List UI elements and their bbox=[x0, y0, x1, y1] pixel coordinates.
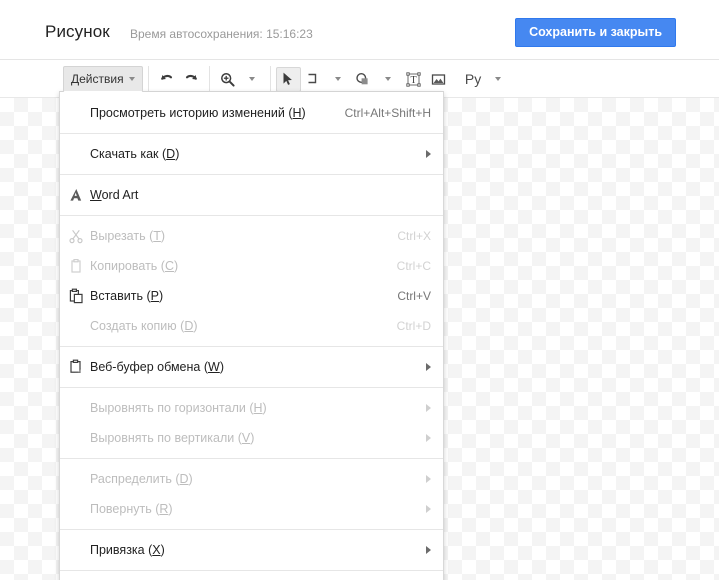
chevron-down-icon bbox=[335, 77, 342, 81]
chevron-down-icon bbox=[128, 77, 135, 81]
toolbar-group-actions: Действия bbox=[58, 65, 149, 93]
line-tool-button[interactable] bbox=[301, 67, 326, 92]
zoom-button[interactable] bbox=[215, 67, 240, 92]
shape-icon bbox=[356, 72, 368, 84]
menu-item-label: Вставить (P) bbox=[90, 289, 164, 303]
drawing-editor-window: Рисунок Время автосохранения: 15:16:23 С… bbox=[0, 0, 719, 580]
chevron-down-icon bbox=[249, 77, 256, 81]
shape-dropdown-button[interactable] bbox=[376, 67, 401, 92]
chevron-right-icon bbox=[426, 475, 431, 483]
menu-item-label: Веб-буфер обмена (W) bbox=[90, 360, 224, 374]
menu-item: Распределить (D) bbox=[60, 464, 443, 494]
menu-item[interactable]: Вставить (P) Ctrl+V bbox=[60, 281, 443, 311]
menu-item[interactable]: Веб-буфер обмена (W) bbox=[60, 352, 443, 382]
chevron-right-icon bbox=[426, 363, 431, 371]
menu-item-label: Копировать (C) bbox=[90, 259, 179, 273]
menu-item-shortcut: Ctrl+C bbox=[396, 259, 431, 273]
undo-button[interactable] bbox=[154, 67, 179, 92]
redo-icon bbox=[185, 74, 197, 80]
menu-item-label: Просмотреть историю изменений (H) bbox=[90, 106, 306, 120]
menu-item: Переместить (O) bbox=[60, 576, 443, 580]
chevron-down-icon bbox=[495, 77, 502, 81]
shape-tool-button[interactable] bbox=[351, 67, 376, 92]
menu-item: Копировать (C) Ctrl+C bbox=[60, 251, 443, 281]
select-tool-button[interactable] bbox=[275, 66, 301, 92]
menu-item: Выровнять по вертикали (V) bbox=[60, 423, 443, 453]
menu-item-label: Распределить (D) bbox=[90, 472, 193, 486]
actions-menu-button[interactable]: Действия bbox=[63, 66, 143, 92]
zoom-in-icon bbox=[220, 72, 235, 87]
paste-icon bbox=[66, 286, 86, 306]
py-dropdown-button[interactable] bbox=[486, 67, 511, 92]
menu-item-label: Создать копию (D) bbox=[90, 319, 198, 333]
wordart-icon bbox=[66, 185, 86, 205]
menu-item[interactable]: Скачать как (D) bbox=[60, 139, 443, 169]
menu-item: Выровнять по горизонтали (H) bbox=[60, 393, 443, 423]
save-and-close-button[interactable]: Сохранить и закрыть bbox=[515, 18, 676, 47]
toolbar-group-zoom bbox=[210, 65, 271, 93]
actions-dropdown-menu: Просмотреть историю изменений (H) Ctrl+Al… bbox=[59, 91, 444, 580]
web-clipboard-icon bbox=[66, 357, 86, 377]
menu-item-label: Привязка (X) bbox=[90, 543, 165, 557]
toolbar-group-tools: T Py bbox=[271, 66, 516, 93]
menu-item-label: Скачать как (D) bbox=[90, 147, 180, 161]
menu-separator bbox=[60, 346, 443, 347]
menu-item[interactable]: Word Art bbox=[60, 180, 443, 210]
chevron-right-icon bbox=[426, 546, 431, 554]
redo-button[interactable] bbox=[179, 67, 204, 92]
menu-item: Вырезать (T) Ctrl+X bbox=[60, 221, 443, 251]
menu-item-label: Word Art bbox=[90, 188, 139, 202]
line-dropdown-button[interactable] bbox=[326, 67, 351, 92]
textbox-tool-button[interactable]: T bbox=[401, 67, 426, 92]
svg-text:T: T bbox=[410, 75, 416, 86]
menu-item-shortcut: Ctrl+X bbox=[397, 229, 431, 243]
menu-item-shortcut: Ctrl+V bbox=[397, 289, 431, 303]
menu-separator bbox=[60, 387, 443, 388]
menu-item-label: Повернуть (R) bbox=[90, 502, 173, 516]
chevron-right-icon bbox=[426, 505, 431, 513]
app-header: Рисунок Время автосохранения: 15:16:23 С… bbox=[0, 0, 719, 60]
menu-item-label: Выровнять по горизонтали (H) bbox=[90, 401, 267, 415]
image-tool-button[interactable] bbox=[426, 67, 451, 92]
actions-menu-label: Действия bbox=[71, 72, 124, 86]
menu-item-label: Выровнять по вертикали (V) bbox=[90, 431, 255, 445]
menu-separator bbox=[60, 215, 443, 216]
undo-icon bbox=[160, 74, 172, 80]
menu-separator bbox=[60, 133, 443, 134]
menu-item-label: Вырезать (T) bbox=[90, 229, 166, 243]
zoom-dropdown-button[interactable] bbox=[240, 67, 265, 92]
menu-separator bbox=[60, 458, 443, 459]
autosave-status: Время автосохранения: 15:16:23 bbox=[130, 27, 313, 41]
chevron-right-icon bbox=[426, 150, 431, 158]
menu-separator bbox=[60, 570, 443, 571]
menu-item[interactable]: Просмотреть историю изменений (H) Ctrl+Al… bbox=[60, 98, 443, 128]
page-title: Рисунок bbox=[45, 22, 110, 41]
menu-separator bbox=[60, 529, 443, 530]
chevron-down-icon bbox=[385, 77, 392, 81]
scissors-icon bbox=[66, 226, 86, 246]
menu-item[interactable]: Привязка (X) bbox=[60, 535, 443, 565]
menu-separator bbox=[60, 174, 443, 175]
cursor-arrow-icon bbox=[283, 72, 292, 85]
chevron-right-icon bbox=[426, 434, 431, 442]
menu-item-shortcut: Ctrl+D bbox=[396, 319, 431, 333]
text-box-icon: T bbox=[405, 71, 421, 87]
menu-item: Создать копию (D) Ctrl+D bbox=[60, 311, 443, 341]
toolbar-group-history bbox=[149, 65, 210, 93]
menu-item-shortcut: Ctrl+Alt+Shift+H bbox=[344, 106, 431, 120]
copy-icon bbox=[66, 256, 86, 276]
line-connector-icon bbox=[308, 73, 316, 83]
chevron-right-icon bbox=[426, 404, 431, 412]
py-label: Py bbox=[464, 71, 482, 87]
image-icon bbox=[431, 73, 445, 85]
menu-item: Повернуть (R) bbox=[60, 494, 443, 524]
py-menu-button[interactable]: Py bbox=[461, 67, 486, 92]
